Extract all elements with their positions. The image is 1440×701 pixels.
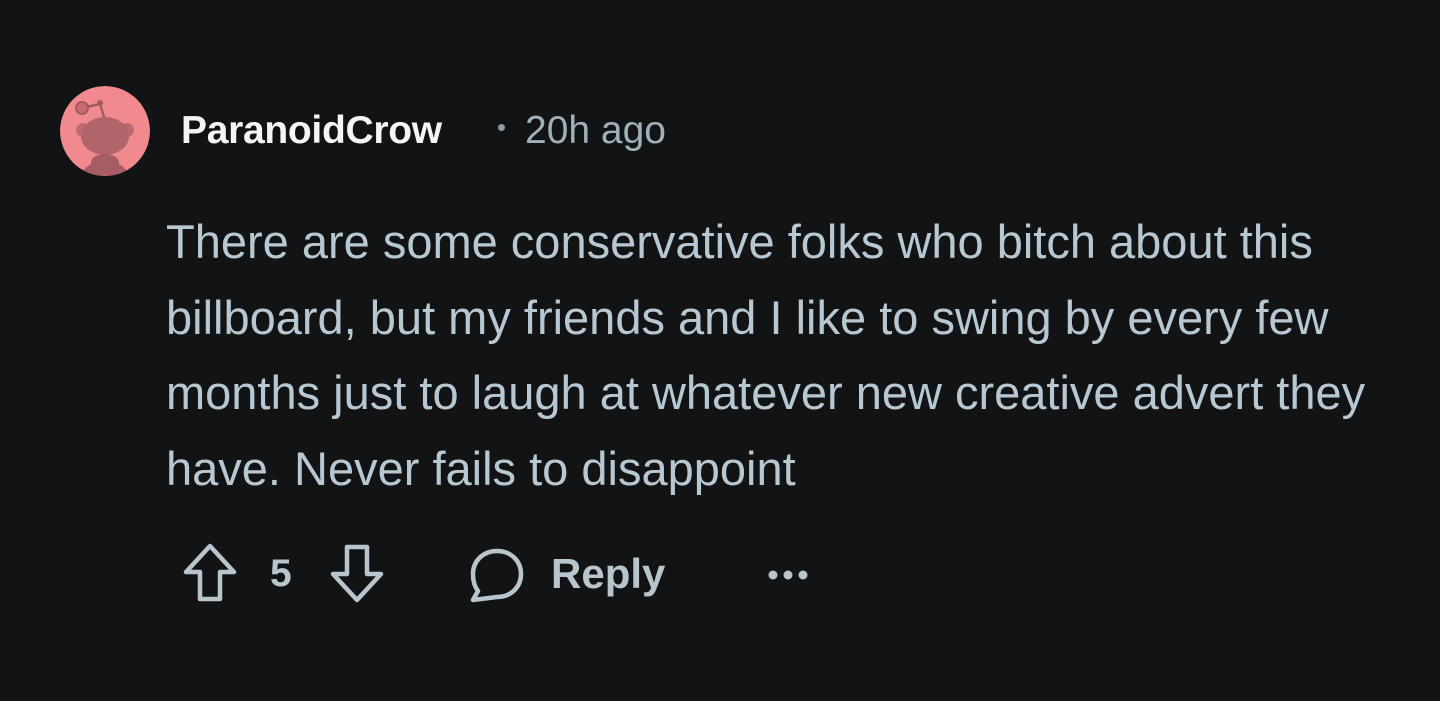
separator-dot	[498, 124, 505, 131]
upvote-arrow-icon[interactable]	[181, 540, 239, 606]
more-dots-icon[interactable]	[766, 560, 810, 590]
speech-bubble-icon[interactable]	[467, 545, 527, 605]
vote-score: 5	[270, 552, 292, 595]
comment: ParanoidCrow 20h ago There are some cons…	[0, 0, 1440, 701]
username[interactable]: ParanoidCrow	[181, 108, 442, 154]
reply-button[interactable]: Reply	[551, 550, 665, 598]
comment-body: There are some conservative folks who bi…	[166, 215, 1366, 495]
avatar[interactable]	[60, 86, 150, 176]
comment-actions: 5 Reply	[0, 540, 1440, 610]
snoo-avatar-icon	[60, 86, 150, 176]
downvote-arrow-icon[interactable]	[328, 540, 386, 606]
timestamp: 20h ago	[525, 109, 666, 152]
